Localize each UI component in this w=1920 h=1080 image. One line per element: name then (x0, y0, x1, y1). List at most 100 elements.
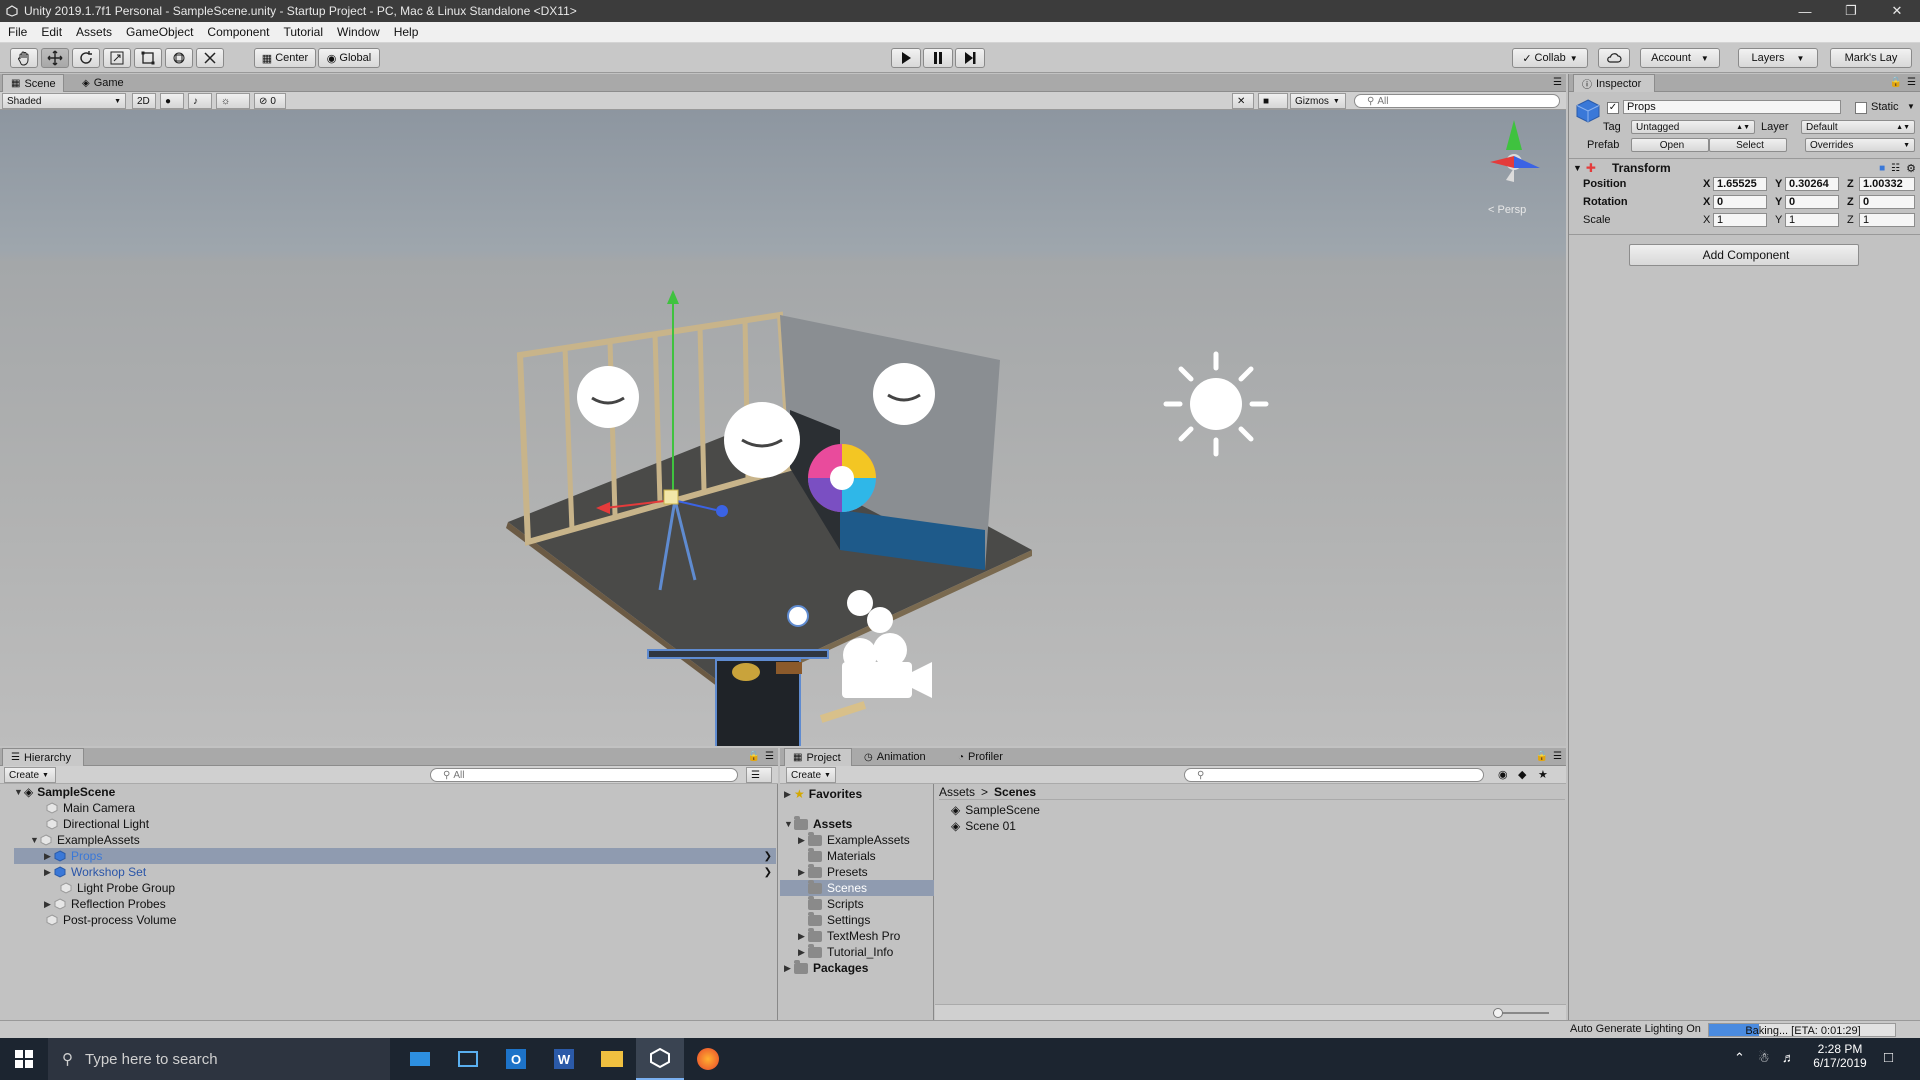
help-book-icon[interactable]: ■ (1879, 163, 1885, 174)
scale-x-field[interactable]: 1 (1713, 213, 1767, 227)
notifications-icon[interactable]: □ (1884, 1049, 1893, 1066)
firefox-button[interactable] (684, 1038, 732, 1080)
hierarchy-item[interactable]: Light Probe Group (60, 880, 175, 896)
hard-hat-prop[interactable] (732, 663, 760, 681)
menu-edit[interactable]: Edit (41, 25, 62, 39)
hidden-objects-button[interactable]: ⊘ 0 (254, 93, 286, 109)
add-component-button[interactable]: Add Component (1629, 244, 1859, 266)
icon-size-slider-thumb[interactable] (1493, 1008, 1503, 1018)
lock-icon[interactable]: 🔒 (748, 751, 760, 762)
menu-assets[interactable]: Assets (76, 25, 112, 39)
prefab-select-button[interactable]: Select (1709, 138, 1787, 152)
tools-settings-button[interactable]: ✕ (1232, 93, 1254, 109)
collapse-arrow-icon[interactable]: ▶ (798, 931, 808, 942)
panel-menu-icon[interactable]: ☰ (1553, 77, 1562, 88)
unity-taskbar-button[interactable] (636, 1038, 684, 1080)
perspective-label[interactable]: < Persp (1488, 204, 1526, 216)
expand-arrow-icon[interactable]: ▼ (1573, 163, 1582, 173)
collapse-arrow-icon[interactable]: ▶ (44, 867, 54, 878)
hierarchy-item-selected[interactable]: ▶ Props ❯ (14, 848, 776, 864)
position-y-field[interactable]: 0.30264 (1785, 177, 1839, 191)
favorites-star-icon[interactable]: ★ (1538, 768, 1548, 781)
active-checkbox[interactable]: ✓ (1607, 102, 1619, 114)
folder-item[interactable]: ▶ TextMesh Pro (798, 927, 900, 944)
baking-progress-bar[interactable]: Baking... [ETA: 0:01:29] (1708, 1023, 1896, 1037)
move-arrow-z[interactable] (716, 505, 728, 517)
layout-dropdown[interactable]: Mark's Lay (1830, 48, 1912, 68)
transform-header[interactable]: ▼ ✚ Transform ■ ☷ ⚙ (1573, 160, 1918, 176)
static-checkbox[interactable] (1855, 102, 1867, 114)
filter-by-label-icon[interactable]: ◆ (1518, 768, 1526, 781)
hierarchy-item[interactable]: ▶ Workshop Set ❯ (44, 864, 776, 880)
lighting-toggle-button[interactable]: ● (160, 93, 184, 109)
collapse-arrow-icon[interactable]: ▶ (798, 867, 808, 878)
pivot-center-button[interactable]: ▦ Center (254, 48, 316, 68)
layers-dropdown[interactable]: Layers ▼ (1738, 48, 1818, 68)
preset-icon[interactable]: ☷ (1891, 163, 1900, 174)
rotation-z-field[interactable]: 0 (1859, 195, 1915, 209)
scale-y-field[interactable]: 1 (1785, 213, 1839, 227)
sun-directional-light-icon[interactable] (1163, 351, 1269, 457)
lock-icon[interactable]: 🔒 (1536, 751, 1548, 762)
hierarchy-create-dropdown[interactable]: Create ▼ (4, 767, 56, 783)
packages-row[interactable]: ▶ Packages (784, 959, 868, 976)
taskbar-clock[interactable]: 2:28 PM 6/17/2019 (1808, 1042, 1872, 1070)
scene-viewport[interactable]: < Persp (0, 110, 1566, 746)
file-explorer-button[interactable] (444, 1038, 492, 1080)
filter-by-type-icon[interactable]: ◉ (1498, 768, 1508, 781)
layer-dropdown[interactable]: Default ▲▼ (1801, 120, 1915, 134)
menu-gameobject[interactable]: GameObject (126, 25, 193, 39)
scale-z-field[interactable]: 1 (1859, 213, 1915, 227)
audio-toggle-button[interactable]: ♪ (188, 93, 212, 109)
volume-icon[interactable]: ♬ (1782, 1050, 1795, 1065)
scene-orientation-gizmo[interactable] (1490, 120, 1540, 182)
tab-profiler[interactable]: ◔ Profiler (950, 748, 1022, 766)
tab-inspector[interactable]: ⓘ Inspector (1573, 74, 1655, 92)
favorites-row[interactable]: ▶ ★ Favorites (784, 786, 862, 802)
task-view-button[interactable] (396, 1038, 444, 1080)
chevron-right-icon[interactable]: ❯ (764, 851, 772, 862)
breadcrumb-assets[interactable]: Assets (939, 785, 975, 799)
project-create-dropdown[interactable]: Create ▼ (786, 767, 836, 783)
panel-menu-icon[interactable]: ☰ (1553, 751, 1562, 762)
collapse-arrow-icon[interactable]: ▶ (44, 851, 54, 862)
move-tool-button[interactable] (41, 48, 69, 68)
file-item[interactable]: ◈ Scene 01 (951, 818, 1016, 834)
position-x-field[interactable]: 1.65525 (1713, 177, 1767, 191)
shading-mode-dropdown[interactable]: Shaded ▼ (2, 93, 126, 109)
gizmos-dropdown[interactable]: Gizmos ▼ (1290, 93, 1346, 109)
hierarchy-search-input[interactable]: ⚲ All (430, 768, 738, 782)
2d-toggle-button[interactable]: 2D (132, 93, 156, 109)
light-probe-icon[interactable] (787, 605, 809, 627)
scene-render[interactable] (0, 110, 1566, 746)
menu-component[interactable]: Component (207, 25, 269, 39)
panel-menu-icon[interactable]: ☰ (1907, 77, 1916, 88)
light-gizmo-icon[interactable] (873, 363, 935, 425)
toolbox-prop[interactable] (776, 662, 802, 674)
space-global-button[interactable]: ◉ Global (318, 48, 380, 68)
step-button[interactable] (955, 48, 985, 68)
tag-dropdown[interactable]: Untagged ▲▼ (1631, 120, 1755, 134)
move-handle-center[interactable] (663, 489, 679, 505)
outlook-button[interactable]: O (492, 1038, 540, 1080)
hierarchy-item[interactable]: ▶ Reflection Probes (44, 896, 166, 912)
tray-chevron-icon[interactable]: ⌃ (1734, 1050, 1745, 1066)
hierarchy-scene-row[interactable]: ▼ ◈ SampleScene (14, 784, 774, 800)
menu-tutorial[interactable]: Tutorial (283, 25, 323, 39)
wood-plank-prop[interactable] (819, 701, 867, 723)
menu-help[interactable]: Help (394, 25, 419, 39)
collapse-arrow-icon[interactable]: ▶ (784, 963, 794, 974)
prefab-overrides-dropdown[interactable]: Overrides ▼ (1805, 138, 1915, 152)
tab-animation[interactable]: ◷ Animation (856, 748, 946, 766)
scale-tool-button[interactable] (103, 48, 131, 68)
pause-button[interactable] (923, 48, 953, 68)
folder-item[interactable]: Settings (808, 911, 870, 928)
panel-menu-icon[interactable]: ☰ (765, 751, 774, 762)
tab-project[interactable]: ▦ Project (784, 748, 852, 766)
menu-window[interactable]: Window (337, 25, 380, 39)
reflection-probe-icon[interactable] (867, 607, 893, 633)
transform-tool-button[interactable] (165, 48, 193, 68)
taskbar-search-box[interactable]: ⚲ Type here to search (48, 1038, 390, 1080)
collapse-arrow-icon[interactable]: ▶ (798, 947, 808, 958)
object-name-field[interactable]: Props (1623, 100, 1841, 114)
